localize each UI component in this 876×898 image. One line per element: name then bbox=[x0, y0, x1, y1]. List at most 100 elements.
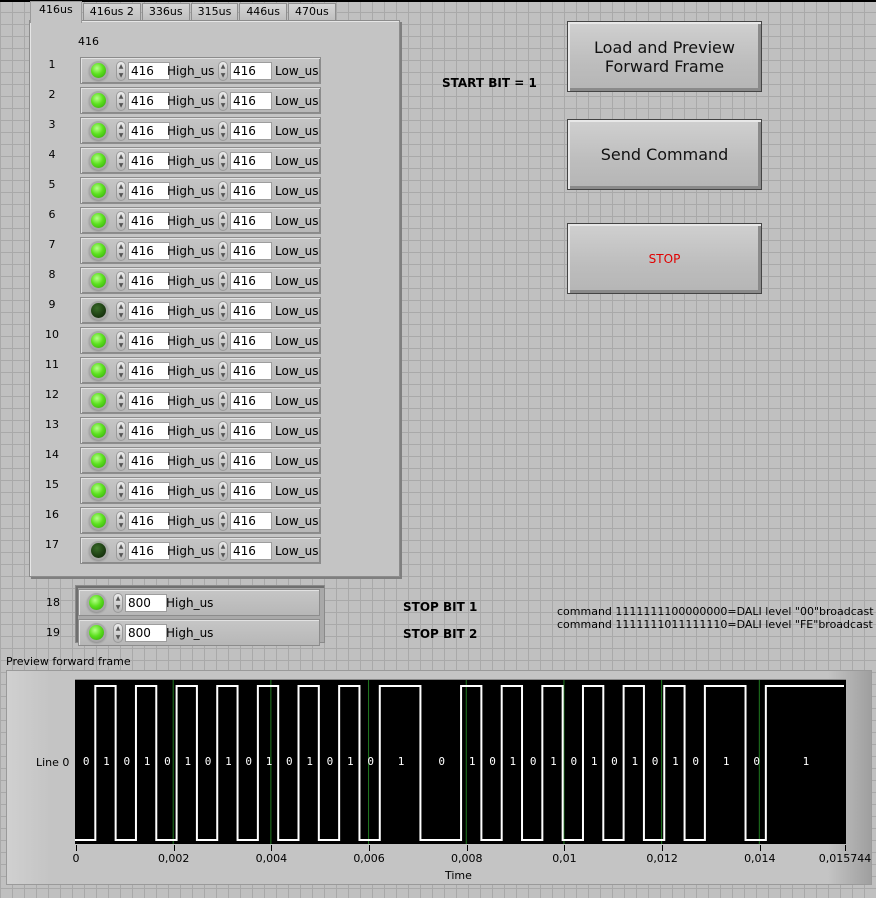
low-us-input[interactable]: 416 bbox=[230, 362, 272, 380]
low-spinner[interactable]: ▲ ▼ bbox=[218, 181, 228, 201]
high-spinner[interactable]: ▲ ▼ bbox=[116, 121, 126, 141]
low-us-input[interactable]: 416 bbox=[230, 272, 272, 290]
high-us-input[interactable]: 416 bbox=[128, 272, 170, 290]
stop-bit-led-indicator[interactable] bbox=[89, 625, 104, 640]
high-us-input[interactable]: 416 bbox=[128, 212, 170, 230]
tab-315us[interactable]: 315us bbox=[190, 3, 239, 21]
low-us-input[interactable]: 416 bbox=[230, 302, 272, 320]
high-spinner[interactable]: ▲ ▼ bbox=[116, 151, 126, 171]
high-us-input[interactable]: 416 bbox=[128, 362, 170, 380]
high-us-input[interactable]: 416 bbox=[128, 512, 170, 530]
low-us-input[interactable]: 416 bbox=[230, 482, 272, 500]
low-us-input[interactable]: 416 bbox=[230, 92, 272, 110]
bit-led-indicator[interactable] bbox=[91, 213, 106, 228]
high-us-input[interactable]: 416 bbox=[128, 122, 170, 140]
high-us-input[interactable]: 800 bbox=[125, 594, 167, 612]
low-us-input[interactable]: 416 bbox=[230, 212, 272, 230]
high-us-input[interactable]: 416 bbox=[128, 332, 170, 350]
low-spinner[interactable]: ▲ ▼ bbox=[218, 541, 228, 561]
low-us-input[interactable]: 416 bbox=[230, 182, 272, 200]
low-spinner[interactable]: ▲ ▼ bbox=[218, 481, 228, 501]
bit-led-indicator[interactable] bbox=[91, 63, 106, 78]
bit-led-indicator[interactable] bbox=[91, 183, 106, 198]
low-us-input[interactable]: 416 bbox=[230, 512, 272, 530]
high-us-input[interactable]: 416 bbox=[128, 482, 170, 500]
high-spinner[interactable]: ▲ ▼ bbox=[116, 181, 126, 201]
high-spinner[interactable]: ▲ ▼ bbox=[116, 211, 126, 231]
high-us-input[interactable]: 416 bbox=[128, 62, 170, 80]
high-us-input[interactable]: 416 bbox=[128, 542, 170, 560]
low-spinner[interactable]: ▲ ▼ bbox=[218, 121, 228, 141]
bit-led-indicator[interactable] bbox=[91, 273, 106, 288]
bit-led-indicator[interactable] bbox=[91, 243, 106, 258]
low-us-input[interactable]: 416 bbox=[230, 62, 272, 80]
bit-led-indicator[interactable] bbox=[91, 93, 106, 108]
high-us-input[interactable]: 416 bbox=[128, 182, 170, 200]
high-spinner[interactable]: ▲ ▼ bbox=[116, 61, 126, 81]
tab-416us-2[interactable]: 416us 2 bbox=[82, 3, 141, 21]
tab-336us[interactable]: 336us bbox=[141, 3, 190, 21]
low-spinner[interactable]: ▲ ▼ bbox=[218, 211, 228, 231]
high-spinner[interactable]: ▲ ▼ bbox=[116, 541, 126, 561]
bit-led-indicator[interactable] bbox=[91, 123, 106, 138]
bit-led-indicator[interactable] bbox=[91, 483, 106, 498]
low-spinner[interactable]: ▲ ▼ bbox=[218, 271, 228, 291]
bit-led-indicator[interactable] bbox=[91, 363, 106, 378]
bit-led-indicator[interactable] bbox=[91, 393, 106, 408]
high-spinner[interactable]: ▲ ▼ bbox=[116, 511, 126, 531]
high-spinner[interactable]: ▲ ▼ bbox=[116, 301, 126, 321]
high-spinner[interactable]: ▲ ▼ bbox=[116, 271, 126, 291]
high-us-input[interactable]: 800 bbox=[125, 624, 167, 642]
low-spinner[interactable]: ▲ ▼ bbox=[218, 151, 228, 171]
send-command-button[interactable]: Send Command bbox=[567, 119, 762, 190]
low-spinner[interactable]: ▲ ▼ bbox=[218, 451, 228, 471]
high-spinner[interactable]: ▲ ▼ bbox=[116, 331, 126, 351]
load-preview-button[interactable]: Load and Preview Forward Frame bbox=[567, 21, 762, 92]
low-us-input[interactable]: 416 bbox=[230, 542, 272, 560]
high-spinner[interactable]: ▲ ▼ bbox=[116, 91, 126, 111]
high-spinner[interactable]: ▲ ▼ bbox=[116, 241, 126, 261]
tab-416us[interactable]: 416us bbox=[30, 1, 82, 23]
bit-led-indicator[interactable] bbox=[91, 513, 106, 528]
tab-446us[interactable]: 446us bbox=[239, 3, 288, 21]
stop-button[interactable]: STOP bbox=[567, 223, 762, 294]
low-spinner[interactable]: ▲ ▼ bbox=[218, 361, 228, 381]
high-spinner[interactable]: ▲ ▼ bbox=[116, 451, 126, 471]
low-us-input[interactable]: 416 bbox=[230, 332, 272, 350]
low-us-input[interactable]: 416 bbox=[230, 242, 272, 260]
high-spinner[interactable]: ▲ ▼ bbox=[116, 421, 126, 441]
high-us-input[interactable]: 416 bbox=[128, 152, 170, 170]
high-us-input[interactable]: 416 bbox=[128, 302, 170, 320]
low-spinner[interactable]: ▲ ▼ bbox=[218, 91, 228, 111]
low-us-input[interactable]: 416 bbox=[230, 392, 272, 410]
low-us-input[interactable]: 416 bbox=[230, 152, 272, 170]
high-us-input[interactable]: 416 bbox=[128, 392, 170, 410]
low-spinner[interactable]: ▲ ▼ bbox=[218, 241, 228, 261]
low-spinner[interactable]: ▲ ▼ bbox=[218, 301, 228, 321]
low-spinner[interactable]: ▲ ▼ bbox=[218, 61, 228, 81]
bit-led-indicator[interactable] bbox=[91, 453, 106, 468]
high-spinner[interactable]: ▲ ▼ bbox=[116, 361, 126, 381]
low-us-input[interactable]: 416 bbox=[230, 122, 272, 140]
stop-bit-led-indicator[interactable] bbox=[89, 595, 104, 610]
bit-led-indicator[interactable] bbox=[91, 333, 106, 348]
low-spinner[interactable]: ▲ ▼ bbox=[218, 331, 228, 351]
high-us-input[interactable]: 416 bbox=[128, 452, 170, 470]
high-us-input[interactable]: 416 bbox=[128, 92, 170, 110]
bit-led-indicator[interactable] bbox=[91, 153, 106, 168]
bit-led-indicator[interactable] bbox=[91, 423, 106, 438]
high-spinner[interactable]: ▲ ▼ bbox=[116, 481, 126, 501]
high-spinner[interactable]: ▲ ▼ bbox=[113, 623, 123, 643]
high-spinner[interactable]: ▲ ▼ bbox=[113, 593, 123, 613]
bit-led-indicator[interactable] bbox=[91, 303, 106, 318]
high-spinner[interactable]: ▲ ▼ bbox=[116, 391, 126, 411]
low-us-input[interactable]: 416 bbox=[230, 422, 272, 440]
high-us-input[interactable]: 416 bbox=[128, 422, 170, 440]
low-us-input[interactable]: 416 bbox=[230, 452, 272, 470]
low-spinner[interactable]: ▲ ▼ bbox=[218, 421, 228, 441]
high-us-input[interactable]: 416 bbox=[128, 242, 170, 260]
tab-470us[interactable]: 470us bbox=[288, 3, 336, 21]
bit-led-indicator[interactable] bbox=[91, 543, 106, 558]
low-spinner[interactable]: ▲ ▼ bbox=[218, 511, 228, 531]
low-spinner[interactable]: ▲ ▼ bbox=[218, 391, 228, 411]
